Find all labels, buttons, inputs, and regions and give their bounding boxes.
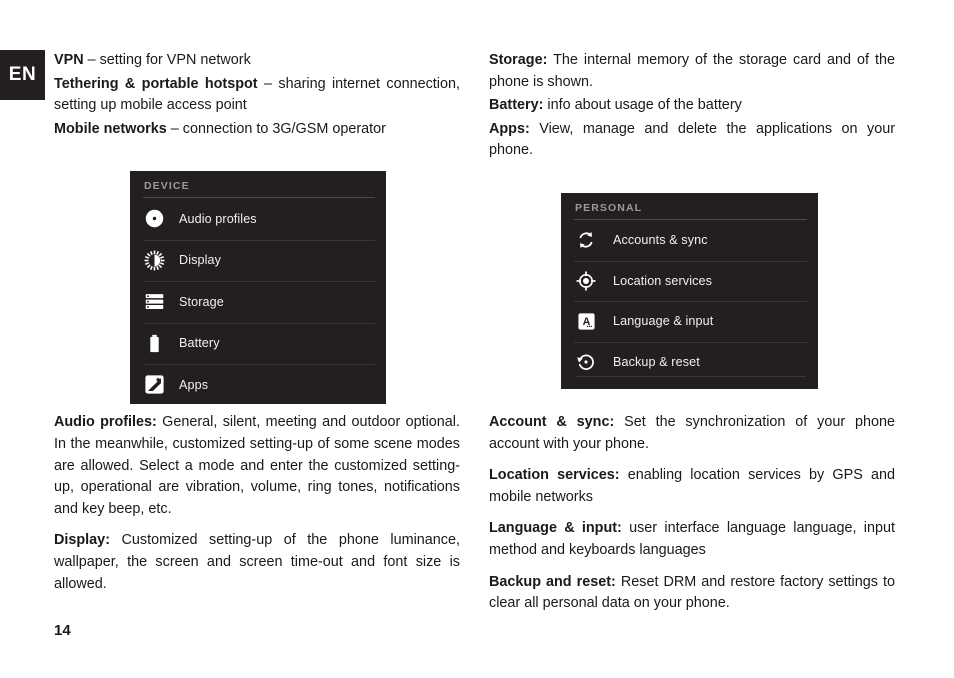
paragraph-backup-reset-lead: Backup and reset:: [489, 573, 616, 590]
paragraph-language-input-lead: Language & input:: [489, 520, 622, 537]
language-a-icon: A: [575, 310, 597, 332]
backup-reset-icon: [575, 351, 597, 373]
personal-row-language-input-label: Language & input: [613, 314, 714, 329]
paragraph-display-lead: Display:: [54, 532, 110, 549]
personal-panel-header: PERSONAL: [575, 202, 643, 214]
device-row-audio-profiles[interactable]: Audio profiles: [130, 198, 386, 240]
paragraph-storage: Storage: The internal memory of the stor…: [489, 50, 895, 93]
personal-panel-tail-rule: [575, 376, 806, 377]
paragraph-audio-profiles-lead: Audio profiles:: [54, 414, 157, 431]
device-settings-panel: DEVICE Audio profiles Display Storage Ba…: [130, 171, 386, 404]
personal-row-accounts-sync[interactable]: Accounts & sync: [561, 220, 818, 261]
paragraph-account-sync: Account & sync: Set the synchronization …: [489, 412, 895, 455]
paragraph-language-input: Language & input: user interface languag…: [489, 518, 895, 561]
personal-row-location-services[interactable]: Location services: [561, 260, 818, 302]
paragraph-battery-lead: Battery:: [489, 97, 544, 114]
device-row-battery[interactable]: Battery: [130, 322, 386, 365]
device-row-storage-label: Storage: [179, 294, 224, 309]
device-row-display-label: Display: [179, 253, 221, 268]
paragraph-apps-lead: Apps:: [489, 120, 530, 137]
language-badge-label: EN: [8, 64, 37, 85]
paragraph-audio-profiles: Audio profiles: General, silent, meeting…: [54, 412, 460, 520]
paragraph-apps-text: View, manage and delete the applications…: [489, 120, 895, 159]
paragraph-storage-lead: Storage:: [489, 52, 548, 68]
device-row-battery-label: Battery: [179, 336, 220, 351]
personal-row-accounts-sync-label: Accounts & sync: [613, 233, 708, 248]
paragraph-vpn-text: – setting for VPN network: [83, 52, 251, 68]
apps-icon: [143, 374, 165, 396]
paragraph-tethering-lead: Tethering & portable hotspot: [54, 75, 258, 92]
paragraph-account-sync-lead: Account & sync:: [489, 413, 615, 430]
paragraph-tethering: Tethering & portable hotspot – sharing i…: [54, 74, 460, 117]
paragraph-mobile-networks: Mobile networks – connection to 3G/GSM o…: [54, 119, 460, 141]
device-row-apps-label: Apps: [179, 377, 209, 392]
paragraph-mobile-networks-text: – connection to 3G/GSM operator: [166, 120, 386, 137]
paragraph-battery-text: info about usage of the battery: [543, 97, 742, 114]
language-badge: EN: [0, 50, 45, 100]
paragraph-display: Display: Customized setting-up of the ph…: [54, 530, 460, 595]
paragraph-mobile-networks-lead: Mobile networks: [54, 120, 167, 137]
personal-row-location-services-label: Location services: [613, 273, 713, 288]
sync-icon: [575, 229, 597, 251]
page-number: 14: [54, 622, 71, 639]
paragraph-location-services-lead: Location services:: [489, 467, 620, 484]
device-row-audio-profiles-label: Audio profiles: [179, 211, 257, 226]
storage-icon: [143, 291, 165, 313]
device-row-storage[interactable]: Storage: [130, 281, 386, 323]
paragraph-display-text: Customized setting-up of the phone lumin…: [54, 532, 460, 592]
paragraph-apps: Apps: View, manage and delete the applic…: [489, 119, 895, 162]
paragraph-vpn-lead: VPN: [54, 52, 84, 68]
battery-icon: [143, 332, 165, 354]
paragraph-storage-text: The internal memory of the storage card …: [489, 52, 895, 90]
paragraph-vpn: VPN – setting for VPN network: [54, 50, 460, 72]
personal-row-language-input[interactable]: A Language & input: [561, 301, 818, 342]
device-row-apps[interactable]: Apps: [130, 364, 386, 406]
display-brightness-icon: [143, 249, 165, 271]
paragraph-battery: Battery: info about usage of the battery: [489, 95, 895, 117]
personal-settings-panel: PERSONAL Accounts & sync Location servic…: [561, 193, 818, 389]
audio-profiles-icon: [143, 208, 165, 230]
paragraph-backup-reset: Backup and reset: Reset DRM and restore …: [489, 572, 895, 615]
paragraph-location-services: Location services: enabling location ser…: [489, 465, 895, 508]
location-target-icon: [575, 270, 597, 292]
device-row-display[interactable]: Display: [130, 239, 386, 282]
personal-row-backup-reset-label: Backup & reset: [613, 354, 700, 369]
device-panel-header: DEVICE: [144, 180, 190, 192]
